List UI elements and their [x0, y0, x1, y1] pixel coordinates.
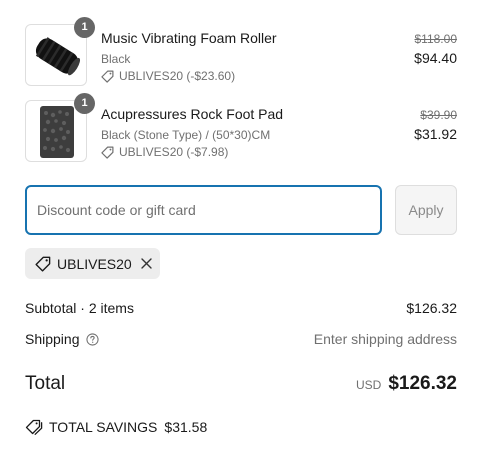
- product-variant: Black: [101, 52, 131, 66]
- product-variant: Black (Stone Type) / (50*30)CM: [101, 128, 271, 142]
- applied-code-label: UBLIVES20: [57, 255, 132, 272]
- savings-tag-icon: [25, 419, 43, 435]
- total-amount-group: USD $126.32: [356, 373, 457, 395]
- shipping-label-group: Shipping: [25, 331, 99, 347]
- subtotal-label: Subtotal · 2 items: [25, 300, 134, 316]
- shipping-row: Shipping Enter shipping address: [25, 331, 457, 347]
- applied-discount-chip: UBLIVES20: [25, 248, 160, 279]
- line-item: 1 Acupressures Rock Foot Pad Black (Ston…: [25, 93, 457, 162]
- close-icon[interactable]: [140, 257, 154, 271]
- subtotal-value: $126.32: [406, 300, 457, 316]
- savings-value: $31.58: [164, 419, 208, 435]
- total-label: Total: [25, 373, 66, 394]
- line-item: 1 Music Vibrating Foam Roller Black UBLI…: [25, 17, 458, 86]
- original-price: $118.00: [414, 32, 458, 46]
- tag-icon: [35, 256, 51, 272]
- discount-code-input[interactable]: [25, 185, 382, 235]
- shipping-value: Enter shipping address: [313, 331, 457, 347]
- final-price: $94.40: [414, 50, 457, 66]
- shipping-label: Shipping: [25, 331, 80, 347]
- help-icon[interactable]: [85, 332, 99, 346]
- total-amount: $126.32: [388, 373, 457, 394]
- currency-code: USD: [355, 378, 382, 392]
- quantity-badge: 1: [74, 93, 95, 114]
- item-discount-text: UBLIVES20 (-$23.60): [119, 69, 236, 83]
- total-savings: TOTAL SAVINGS $31.58: [25, 419, 207, 435]
- product-thumbnail: 1: [25, 93, 95, 162]
- original-price: $39.90: [420, 108, 457, 122]
- subtotal-row: Subtotal · 2 items $126.32: [25, 300, 457, 316]
- item-discount-text: UBLIVES20 (-$7.98): [119, 145, 229, 159]
- tag-icon: [101, 70, 114, 83]
- product-title: Acupressures Rock Foot Pad: [101, 106, 284, 122]
- total-row: Total USD $126.32: [25, 373, 457, 395]
- final-price: $31.92: [414, 126, 457, 142]
- item-discount: UBLIVES20 (-$7.98): [101, 145, 228, 159]
- tag-icon: [101, 146, 114, 159]
- apply-button[interactable]: Apply: [395, 185, 457, 235]
- product-thumbnail: 1: [25, 17, 95, 86]
- product-title: Music Vibrating Foam Roller: [101, 30, 277, 46]
- savings-label: TOTAL SAVINGS: [49, 419, 158, 435]
- quantity-badge: 1: [74, 17, 95, 38]
- item-discount: UBLIVES20 (-$23.60): [101, 69, 235, 83]
